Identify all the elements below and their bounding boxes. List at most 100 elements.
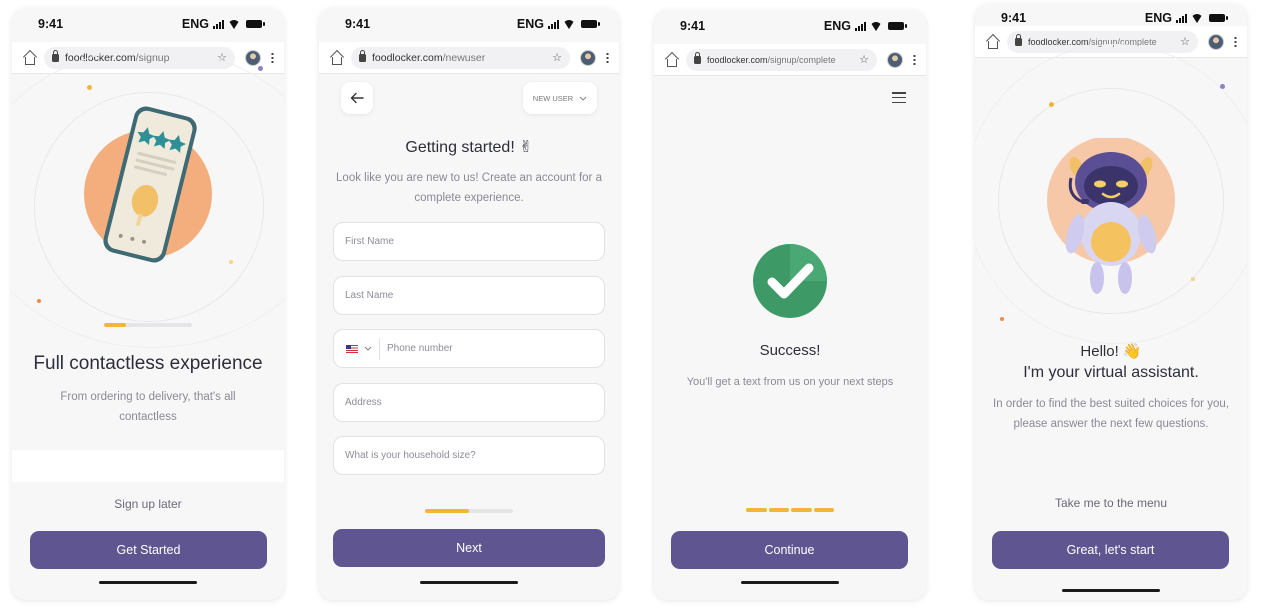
- next-button[interactable]: Next: [333, 529, 605, 567]
- language-indicator: ENG: [181, 17, 209, 31]
- page-subtitle: From ordering to delivery, that's all co…: [60, 391, 236, 423]
- url-domain: foodlocker.com: [372, 51, 443, 64]
- decorative-dot: [37, 299, 41, 303]
- progress-fill: [104, 323, 126, 327]
- page-subtitle: In order to find the best suited choices…: [993, 398, 1229, 430]
- country-flag-icon[interactable]: [346, 344, 358, 353]
- browser-toolbar: foodlocker.com/signup/complete ☆: [654, 44, 926, 76]
- step-indicator: [746, 508, 834, 512]
- lock-icon: [52, 49, 59, 62]
- page-title: Getting started! ✌: [405, 139, 533, 156]
- take-me-to-menu-link[interactable]: Take me to the menu: [975, 496, 1247, 510]
- back-button[interactable]: [341, 82, 373, 114]
- home-indicator: [420, 581, 518, 584]
- clock: 9:41: [345, 17, 371, 31]
- phone-input[interactable]: Phone number: [333, 329, 605, 368]
- battery-icon: [246, 20, 265, 28]
- chevron-down-icon[interactable]: [364, 346, 372, 351]
- arrow-left-icon: [350, 92, 364, 104]
- clock: 9:41: [680, 19, 706, 33]
- decorative-dot: [1000, 317, 1004, 321]
- screen-virtual-assistant: 9:41 ENG foodlocker.com/signup/complete …: [975, 4, 1247, 600]
- chevron-down-icon: [579, 96, 587, 101]
- wifi-icon: [563, 20, 575, 29]
- language-indicator: ENG: [1144, 11, 1172, 25]
- phone-placeholder: Phone number: [387, 343, 453, 354]
- decorative-dot: [1220, 84, 1225, 89]
- continue-button[interactable]: Continue: [671, 531, 908, 569]
- wifi-icon: [870, 22, 882, 31]
- decorative-dot: [1191, 277, 1195, 281]
- hamburger-menu-icon[interactable]: [892, 92, 906, 103]
- profile-avatar[interactable]: [580, 49, 596, 66]
- browser-toolbar: foodlocker.com/newuser ☆: [319, 42, 619, 74]
- signal-icon: [855, 21, 866, 31]
- address-bar[interactable]: foodlocker.com/newuser ☆: [351, 46, 570, 69]
- clock: 9:41: [38, 17, 64, 31]
- decorative-dot: [1049, 102, 1054, 107]
- home-icon[interactable]: [664, 53, 678, 67]
- wifi-icon: [228, 20, 240, 29]
- user-type-select[interactable]: NEW USER: [523, 82, 597, 114]
- home-icon[interactable]: [329, 51, 343, 65]
- home-indicator: [741, 581, 839, 584]
- lock-icon: [694, 51, 701, 64]
- more-options-icon[interactable]: [271, 52, 274, 63]
- home-icon[interactable]: [985, 35, 999, 49]
- bookmark-star-icon[interactable]: ☆: [855, 53, 869, 66]
- robot-illustration: [1047, 138, 1175, 294]
- phone-illustration: [84, 106, 212, 263]
- great-lets-start-button[interactable]: Great, let's start: [992, 531, 1229, 569]
- page-subtitle: You'll get a text from us on your next s…: [686, 376, 894, 388]
- check-circle-icon: [753, 244, 827, 318]
- first-name-input[interactable]: First Name: [333, 222, 605, 261]
- status-bar: 9:41 ENG: [319, 8, 619, 40]
- clock: 9:41: [1001, 11, 1027, 25]
- signal-icon: [213, 19, 224, 29]
- decorative-dot: [258, 66, 263, 71]
- page-title-greeting: Hello! 👋: [1080, 343, 1142, 360]
- bookmark-star-icon[interactable]: ☆: [548, 51, 562, 64]
- address-input[interactable]: Address: [333, 383, 605, 422]
- url-path: /signup/complete: [767, 54, 836, 65]
- step-segment: [791, 508, 812, 512]
- lock-icon: [1015, 33, 1022, 46]
- onboarding-progress: [104, 323, 192, 327]
- battery-icon: [581, 20, 600, 28]
- decorative-dot: [229, 260, 233, 264]
- more-options-icon[interactable]: [913, 54, 916, 65]
- signup-progress: [425, 509, 513, 513]
- language-indicator: ENG: [516, 17, 544, 31]
- step-segment: [768, 508, 789, 512]
- decorative-dot: [87, 85, 92, 90]
- phone-divider: [379, 337, 380, 360]
- home-icon[interactable]: [22, 51, 36, 65]
- language-indicator: ENG: [823, 19, 851, 33]
- more-options-icon[interactable]: [606, 52, 609, 63]
- url-domain: foodlocker.com: [1028, 36, 1089, 47]
- content-divider-band: [12, 450, 284, 482]
- get-started-button[interactable]: Get Started: [30, 531, 267, 569]
- bookmark-star-icon[interactable]: ☆: [1176, 35, 1190, 48]
- home-indicator: [1062, 589, 1160, 592]
- url-domain: foodlocker.com: [707, 54, 768, 65]
- step-segment: [746, 508, 767, 512]
- last-name-input[interactable]: Last Name: [333, 276, 605, 315]
- sign-up-later-link[interactable]: Sign up later: [12, 497, 284, 511]
- screen-onboarding: 9:41 ENG foodlocker.com/signup ☆ Full co…: [12, 8, 284, 600]
- step-segment: [813, 508, 834, 512]
- screen-success: 9:41 ENG foodlocker.com/signup/complete …: [654, 10, 926, 600]
- profile-avatar[interactable]: [887, 51, 903, 68]
- page-title: Success!: [759, 342, 821, 359]
- more-options-icon[interactable]: [1234, 36, 1237, 47]
- progress-fill: [425, 509, 469, 513]
- battery-icon: [1209, 14, 1228, 22]
- battery-icon: [888, 22, 907, 30]
- household-size-input[interactable]: What is your household size?: [333, 436, 605, 475]
- profile-avatar[interactable]: [1208, 33, 1224, 50]
- wifi-icon: [1191, 14, 1203, 23]
- signal-icon: [548, 19, 559, 29]
- address-bar[interactable]: foodlocker.com/signup/complete ☆: [686, 48, 877, 71]
- profile-avatar[interactable]: [245, 49, 261, 66]
- status-bar: 9:41 ENG: [12, 8, 284, 40]
